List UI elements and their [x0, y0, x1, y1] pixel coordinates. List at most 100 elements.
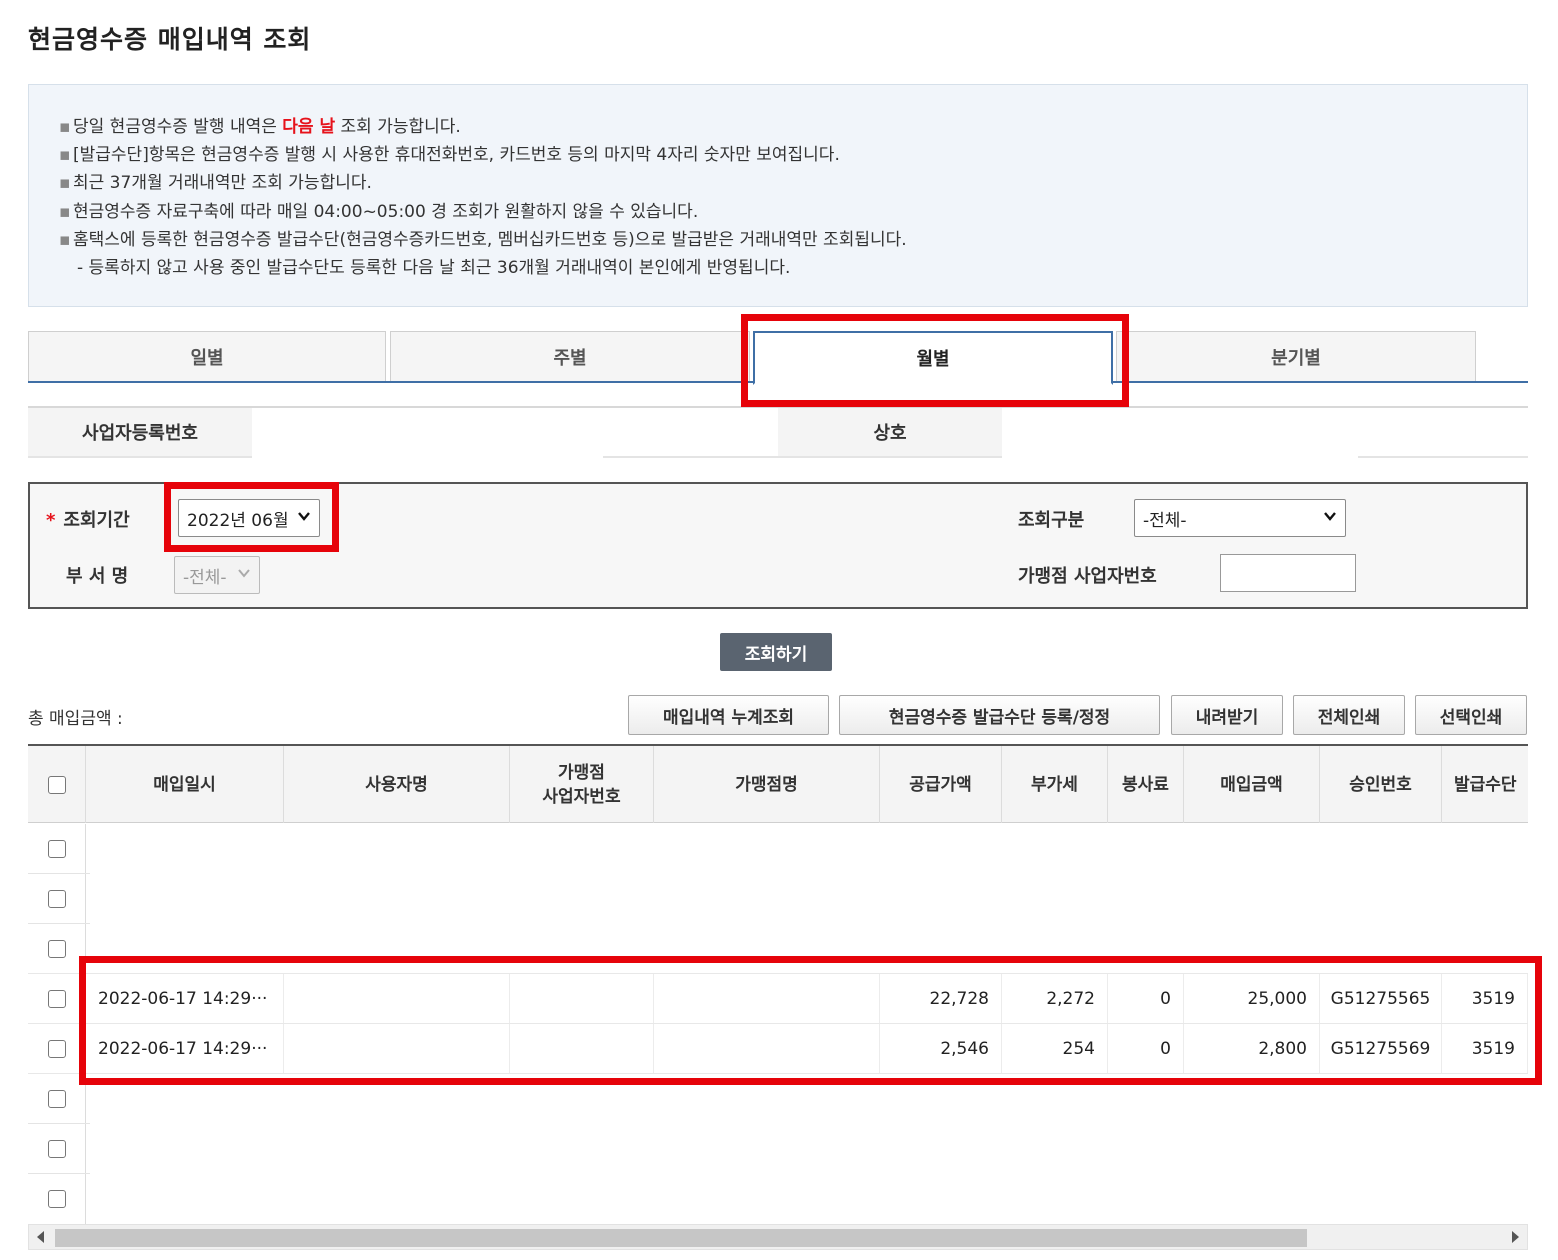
- row-checkbox[interactable]: [47, 940, 66, 958]
- cell-vat: 2,272: [1002, 974, 1108, 1024]
- arrow-right-icon[interactable]: [1512, 1231, 1519, 1243]
- download-button[interactable]: 내려받기: [1171, 695, 1283, 735]
- total-amount-label: 총 매입금액 :: [28, 709, 123, 729]
- merchant-biz-no-label: 가맹점 사업자번호: [1018, 566, 1157, 587]
- tab-quarterly[interactable]: 분기별: [1116, 331, 1476, 381]
- cumulative-button[interactable]: 매입내역 누계조회: [628, 695, 829, 735]
- select-all-cell: [28, 746, 86, 823]
- row-checkbox-cell: [28, 824, 86, 874]
- notice-line: ▪ 홈택스에 등록한 현금영수증 발급수단(현금영수증카드번호, 멤버십카드번호 …: [59, 229, 907, 250]
- horizontal-scrollbar[interactable]: [28, 1224, 1528, 1250]
- cell-merchant-name: [654, 974, 880, 1024]
- cell-issue-means: 3519: [1442, 1024, 1528, 1074]
- cell-approval: G51275569: [1320, 1024, 1442, 1074]
- row-checkbox-cell: [28, 1124, 86, 1174]
- header-approval[interactable]: 승인번호: [1320, 746, 1442, 823]
- row-checkbox-cell: [28, 1074, 86, 1124]
- cell-approval: G51275565: [1320, 974, 1442, 1024]
- type-label: 조회구분: [1018, 510, 1085, 531]
- select-all-checkbox[interactable]: [47, 775, 66, 794]
- table-row: [28, 1074, 1528, 1124]
- cell-amount: 2,800: [1184, 1024, 1320, 1074]
- cell-merchant-no: [510, 974, 654, 1024]
- arrow-left-icon[interactable]: [37, 1231, 44, 1243]
- table-row: [28, 874, 1528, 924]
- header-merchant-name[interactable]: 가맹점명: [654, 746, 880, 823]
- scroll-thumb[interactable]: [55, 1229, 1307, 1247]
- purchase-table: 매입일시 사용자명 가맹점 사업자번호 가맹점명 공급가액 부가세 봉사료 매입금…: [28, 744, 1528, 1224]
- notice-box: ▪ 당일 현금영수증 발행 내역은 다음 날 조회 가능합니다. ▪ [발급수단]항…: [28, 84, 1528, 307]
- biz-reg-no-label: 사업자등록번호: [28, 408, 252, 458]
- divider: [1358, 456, 1528, 458]
- cell-user: [284, 974, 510, 1024]
- row-checkbox-cell: [28, 974, 86, 1024]
- row-checkbox[interactable]: [47, 840, 66, 858]
- row-checkbox[interactable]: [47, 990, 66, 1008]
- notice-line: - 등록하지 않고 사용 중인 발급수단도 등록한 다음 날 최근 36개월 거…: [77, 258, 791, 279]
- cell-service: 0: [1108, 974, 1184, 1024]
- period-select[interactable]: 2022년 06월: [178, 499, 320, 537]
- divider: [603, 456, 778, 458]
- dept-label: 부 서 명: [66, 566, 129, 587]
- table-row: [28, 824, 1528, 874]
- table-row: [28, 924, 1528, 974]
- header-issue-means[interactable]: 발급수단: [1442, 746, 1528, 823]
- chevron-down-icon: [298, 512, 310, 521]
- notice-highlight: 다음 날: [282, 117, 336, 137]
- row-checkbox[interactable]: [47, 1040, 66, 1058]
- merchant-biz-no-input[interactable]: [1220, 554, 1356, 592]
- print-selected-button[interactable]: 선택인쇄: [1415, 695, 1527, 735]
- biz-name-label: 상호: [778, 408, 1002, 458]
- row-checkbox[interactable]: [47, 1190, 66, 1208]
- tab-monthly[interactable]: 월별: [753, 331, 1113, 385]
- table-row[interactable]: 2022-06-17 14:29··· 22,728 2,272 0 25,00…: [28, 974, 1528, 1024]
- period-label: * 조회기간: [46, 510, 130, 531]
- cell-user: [284, 1024, 510, 1074]
- tab-weekly[interactable]: 주별: [390, 331, 750, 381]
- business-info-row: 사업자등록번호 상호: [28, 406, 1528, 458]
- row-checkbox[interactable]: [47, 890, 66, 908]
- table-row[interactable]: 2022-06-17 14:29··· 2,546 254 0 2,800 G5…: [28, 1024, 1528, 1074]
- notice-line: ▪ [발급수단]항목은 현금영수증 발행 시 사용한 휴대전화번호, 카드번호 등…: [59, 145, 840, 166]
- row-checkbox-cell: [28, 1174, 86, 1224]
- dept-select[interactable]: -전체-: [174, 556, 260, 594]
- header-supply[interactable]: 공급가액: [880, 746, 1002, 823]
- cell-merchant-no: [510, 1024, 654, 1074]
- search-panel: * 조회기간 2022년 06월 조회구분 -전체- 부 서 명 -전체- 가맹점…: [28, 482, 1528, 609]
- table-row: [28, 1124, 1528, 1174]
- notice-line: ▪ 현금영수증 자료구축에 따라 매일 04:00~05:00 경 조회가 원활하…: [59, 201, 699, 222]
- header-service[interactable]: 봉사료: [1108, 746, 1184, 823]
- tab-daily[interactable]: 일별: [28, 331, 386, 381]
- header-merchant-no[interactable]: 가맹점 사업자번호: [510, 746, 654, 823]
- notice-line: ▪ 최근 37개월 거래내역만 조회 가능합니다.: [59, 173, 372, 194]
- chevron-down-icon: [238, 569, 250, 578]
- table-row: [28, 1174, 1528, 1224]
- cell-date: 2022-06-17 14:29···: [86, 974, 284, 1024]
- cell-vat: 254: [1002, 1024, 1108, 1074]
- cell-supply: 22,728: [880, 974, 1002, 1024]
- cell-service: 0: [1108, 1024, 1184, 1074]
- search-button[interactable]: 조회하기: [720, 633, 832, 671]
- header-date[interactable]: 매입일시: [86, 746, 284, 823]
- cell-amount: 25,000: [1184, 974, 1320, 1024]
- register-means-button[interactable]: 현금영수증 발급수단 등록/정정: [839, 695, 1160, 735]
- cell-supply: 2,546: [880, 1024, 1002, 1074]
- row-checkbox-cell: [28, 1024, 86, 1074]
- cell-date: 2022-06-17 14:29···: [86, 1024, 284, 1074]
- cell-issue-means: 3519: [1442, 974, 1528, 1024]
- print-all-button[interactable]: 전체인쇄: [1293, 695, 1405, 735]
- row-checkbox-cell: [28, 874, 86, 924]
- cell-merchant-name: [654, 1024, 880, 1074]
- header-vat[interactable]: 부가세: [1002, 746, 1108, 823]
- row-checkbox[interactable]: [47, 1090, 66, 1108]
- page-title: 현금영수증 매입내역 조회: [28, 25, 312, 54]
- table-header: 매입일시 사용자명 가맹점 사업자번호 가맹점명 공급가액 부가세 봉사료 매입금…: [28, 746, 1528, 823]
- header-user[interactable]: 사용자명: [284, 746, 510, 823]
- header-amount[interactable]: 매입금액: [1184, 746, 1320, 823]
- period-tabs: 일별 주별 월별 분기별: [28, 331, 1528, 385]
- type-select[interactable]: -전체-: [1134, 499, 1346, 537]
- notice-line: ▪ 당일 현금영수증 발행 내역은 다음 날 조회 가능합니다.: [59, 117, 461, 137]
- row-checkbox[interactable]: [47, 1140, 66, 1158]
- row-checkbox-cell: [28, 924, 86, 974]
- chevron-down-icon: [1324, 512, 1336, 521]
